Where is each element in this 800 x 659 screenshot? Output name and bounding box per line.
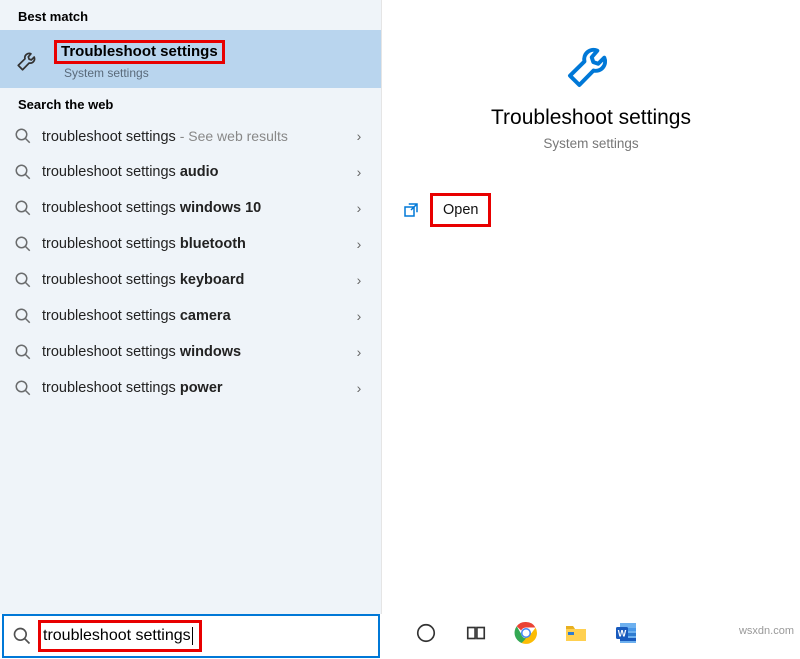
best-match-title: Troubleshoot settings — [61, 43, 218, 60]
web-result-label: troubleshoot settings keyboard — [42, 272, 351, 288]
search-icon — [14, 379, 32, 397]
wrench-icon — [563, 36, 619, 92]
web-result-item[interactable]: troubleshoot settings - See web results› — [0, 118, 381, 154]
search-input[interactable]: troubleshoot settings — [2, 614, 380, 658]
search-icon — [14, 271, 32, 289]
open-icon — [402, 201, 420, 219]
web-results-list: troubleshoot settings - See web results›… — [0, 118, 381, 406]
highlight-box: troubleshoot settings — [38, 620, 202, 652]
search-icon — [14, 127, 32, 145]
chevron-right-icon: › — [351, 200, 367, 216]
web-result-item[interactable]: troubleshoot settings power› — [0, 370, 381, 406]
best-match-subtitle: System settings — [64, 66, 225, 80]
wrench-icon — [14, 46, 42, 74]
preview-title: Troubleshoot settings — [491, 106, 691, 130]
web-result-item[interactable]: troubleshoot settings keyboard› — [0, 262, 381, 298]
web-result-item[interactable]: troubleshoot settings camera› — [0, 298, 381, 334]
web-result-label: troubleshoot settings power — [42, 380, 351, 396]
search-web-header: Search the web — [0, 88, 381, 118]
web-result-label: troubleshoot settings windows — [42, 344, 351, 360]
search-results-panel: Best match Troubleshoot settings System … — [0, 0, 382, 614]
web-result-label: troubleshoot settings audio — [42, 164, 351, 180]
search-value: troubleshoot settings — [43, 627, 191, 645]
search-icon — [14, 163, 32, 181]
web-result-label: troubleshoot settings bluetooth — [42, 236, 351, 252]
svg-text:W: W — [618, 629, 627, 639]
taskbar: W — [390, 612, 640, 654]
web-result-item[interactable]: troubleshoot settings windows 10› — [0, 190, 381, 226]
search-icon — [12, 626, 32, 646]
web-result-item[interactable]: troubleshoot settings audio› — [0, 154, 381, 190]
cortana-icon[interactable] — [412, 619, 440, 647]
highlight-box: Troubleshoot settings — [54, 40, 225, 64]
search-icon — [14, 307, 32, 325]
search-icon — [14, 199, 32, 217]
web-result-label: troubleshoot settings camera — [42, 308, 351, 324]
web-result-item[interactable]: troubleshoot settings windows› — [0, 334, 381, 370]
preview-panel: Troubleshoot settings System settings Op… — [382, 0, 800, 614]
chevron-right-icon: › — [351, 236, 367, 252]
best-match-header: Best match — [0, 0, 381, 30]
web-result-label: troubleshoot settings windows 10 — [42, 200, 351, 216]
chevron-right-icon: › — [351, 272, 367, 288]
text-caret — [192, 627, 193, 645]
chrome-icon[interactable] — [512, 619, 540, 647]
chevron-right-icon: › — [351, 164, 367, 180]
search-icon — [14, 235, 32, 253]
preview-subtitle: System settings — [543, 136, 638, 151]
task-view-icon[interactable] — [462, 619, 490, 647]
chevron-right-icon: › — [351, 128, 367, 144]
open-action[interactable]: Open — [430, 193, 491, 227]
search-icon — [14, 343, 32, 361]
chevron-right-icon: › — [351, 308, 367, 324]
chevron-right-icon: › — [351, 344, 367, 360]
chevron-right-icon: › — [351, 380, 367, 396]
web-result-item[interactable]: troubleshoot settings bluetooth› — [0, 226, 381, 262]
best-match-result[interactable]: Troubleshoot settings System settings — [0, 30, 381, 88]
file-explorer-icon[interactable] — [562, 619, 590, 647]
web-result-label: troubleshoot settings - See web results — [42, 128, 351, 145]
watermark: wsxdn.com — [739, 625, 794, 637]
word-icon[interactable]: W — [612, 619, 640, 647]
